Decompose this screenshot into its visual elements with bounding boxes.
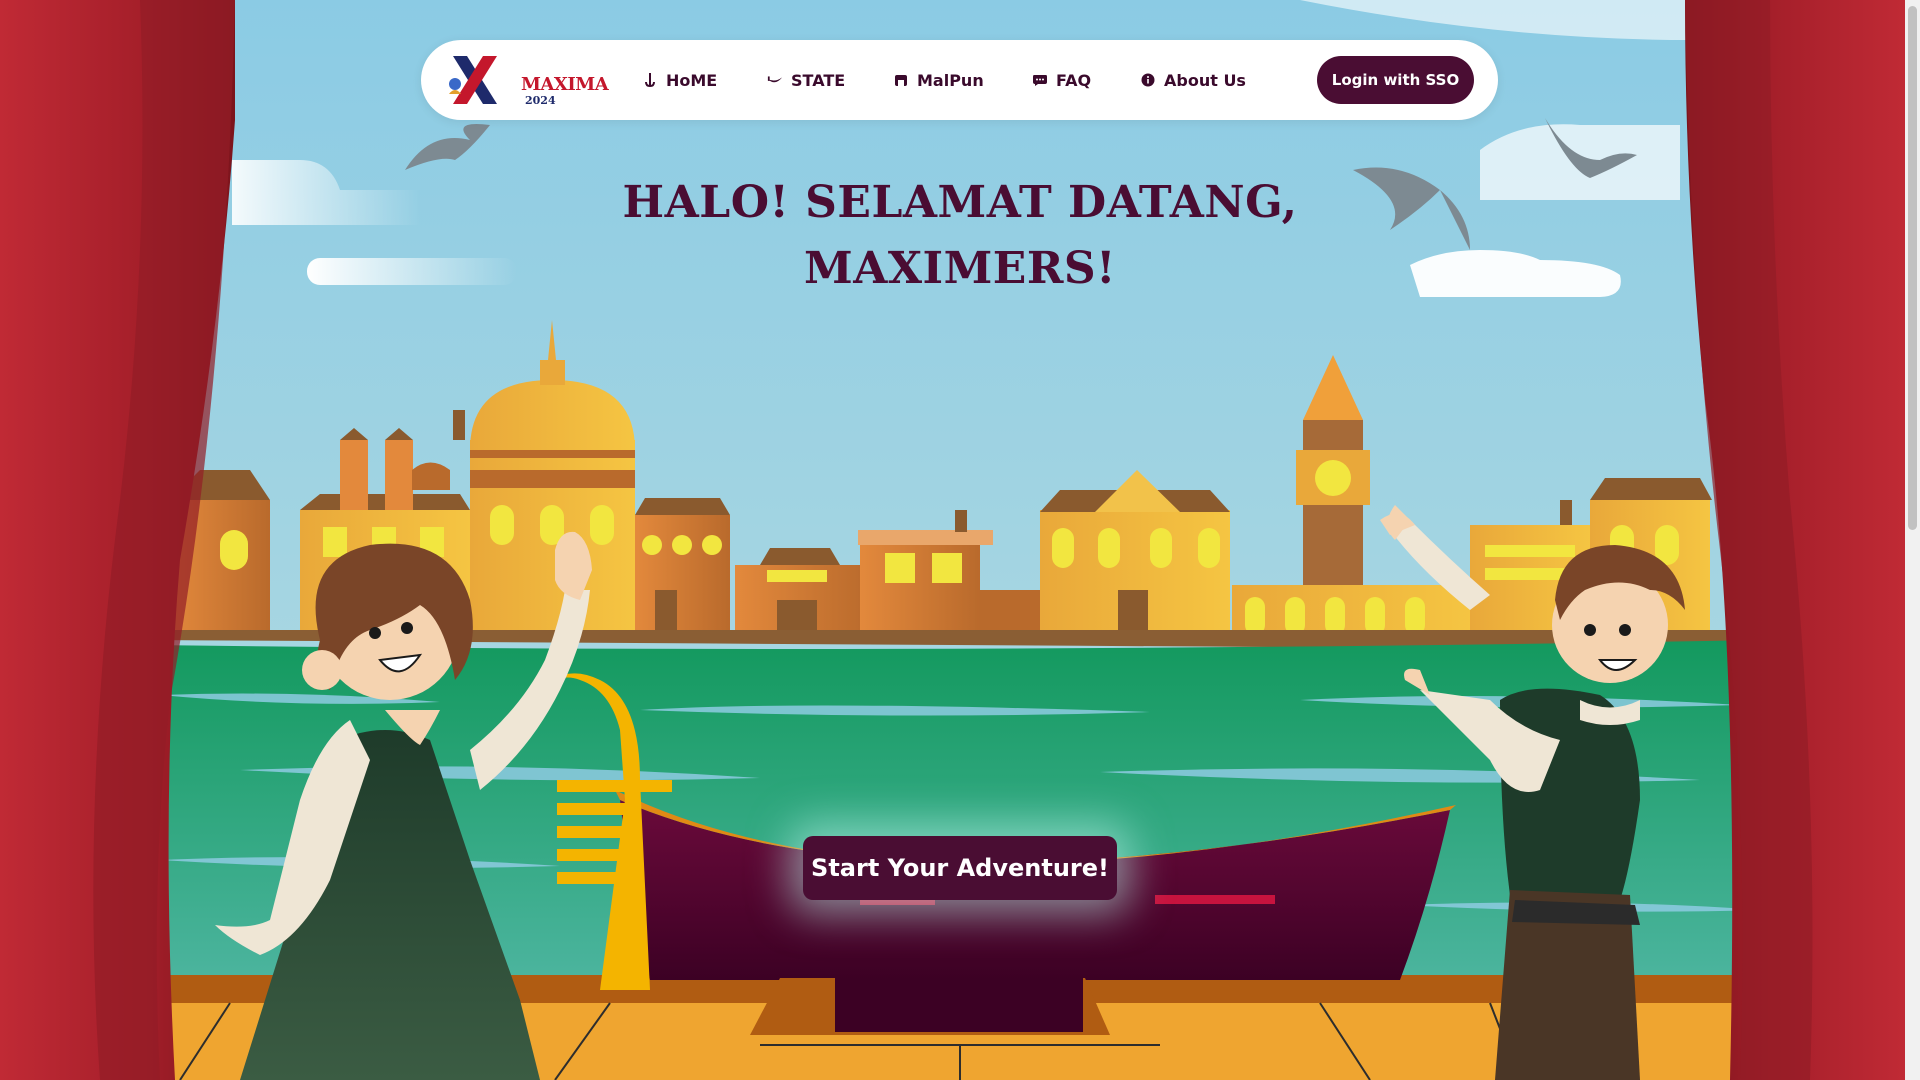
nav-item-faq[interactable]: FAQ (1032, 66, 1091, 94)
nav-item-label: STATE (791, 70, 846, 90)
nav-item-label: MalPun (917, 70, 984, 90)
maxima-logo[interactable]: MAXIMA 2024 (445, 54, 609, 107)
hero-illustration (0, 0, 1905, 1080)
calendar-icon (893, 72, 909, 88)
nav-item-label: FAQ (1056, 70, 1092, 90)
logo-year: 2024 (525, 94, 556, 107)
anchor-icon (642, 72, 658, 88)
main-navbar: MAXIMA 2024 HoME STATE MalPun FAQ About … (421, 40, 1498, 120)
hero-title-line1: HALO! SELAMAT DATANG, (622, 177, 1298, 228)
maxima-x-icon (449, 56, 497, 104)
info-icon (1140, 72, 1156, 88)
nav-item-state[interactable]: STATE (767, 66, 845, 94)
gondola-icon (767, 72, 783, 88)
nav-item-label: HoME (666, 70, 718, 90)
page: MAXIMA 2024 HoME STATE MalPun FAQ About … (0, 0, 1905, 1080)
nav-item-malpun[interactable]: MalPun (893, 66, 984, 94)
login-sso-button[interactable]: Login with SSO (1317, 56, 1474, 104)
nav-item-label: About Us (1164, 70, 1246, 90)
chat-icon (1032, 72, 1048, 88)
hero-title: HALO! SELAMAT DATANG, MAXIMERS! (560, 170, 1360, 302)
page-scrollbar[interactable] (1905, 0, 1920, 1080)
nav-item-about-us[interactable]: About Us (1140, 66, 1246, 94)
nav-item-home[interactable]: HoME (642, 66, 717, 94)
hero-title-line2: MAXIMERS! (804, 243, 1116, 294)
start-adventure-button[interactable]: Start Your Adventure! (803, 836, 1117, 900)
logo-text: MAXIMA (521, 74, 609, 95)
scrollbar-thumb[interactable] (1908, 6, 1917, 530)
